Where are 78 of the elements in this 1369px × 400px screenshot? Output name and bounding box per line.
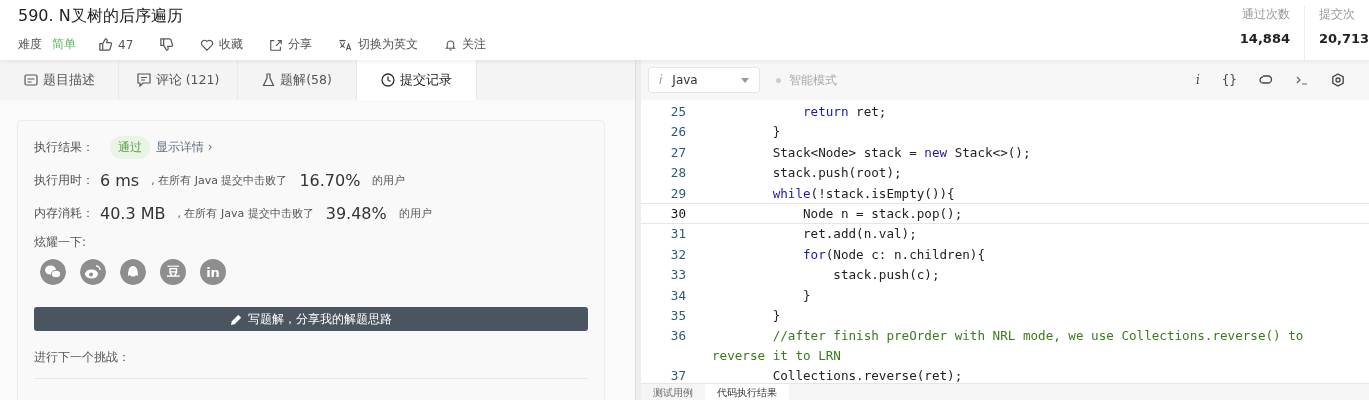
line-number: 35 — [669, 307, 687, 326]
line-number: 29 — [669, 184, 687, 203]
write-solution-button[interactable]: 写题解，分享我的解题思路 — [34, 307, 588, 331]
pencil-icon — [230, 312, 243, 326]
thumbs-up-icon — [98, 37, 113, 52]
code-line: return ret; — [802, 103, 888, 121]
settings-icon[interactable] — [1331, 73, 1345, 87]
difficulty-label: 难度 — [18, 36, 42, 53]
difficulty-value: 简单 — [52, 36, 76, 53]
code-line: Stack<Node> stack = new Stack<>(); — [771, 143, 1032, 162]
line-number: 30 — [669, 205, 687, 224]
action-button[interactable]: 分享 — [269, 36, 313, 53]
metric-label: 执行用时： — [34, 172, 94, 189]
metric-value: 40.3 MB — [100, 204, 166, 223]
action-button[interactable]: 切换为英文 — [338, 36, 419, 53]
metric-value: 6 ms — [100, 171, 140, 190]
line-number: 34 — [669, 286, 687, 305]
metric-percent: 16.70% — [299, 171, 361, 190]
metric-percent: 39.48% — [325, 204, 387, 223]
line-number: 31 — [669, 225, 687, 244]
code-line: for(Node c: n.children){ — [802, 245, 986, 264]
line-number: 26 — [669, 123, 687, 142]
code-line: } — [802, 286, 812, 305]
stat-value: 14,884 — [1239, 31, 1290, 46]
next-challenge-label: 进行下一个挑战： — [34, 349, 131, 366]
toolbar-button[interactable]: i — [1195, 73, 1200, 87]
chat-bubbles-icon[interactable] — [40, 259, 66, 285]
dislike-button[interactable] — [159, 37, 175, 52]
panel-tab[interactable]: 测试用例 — [641, 384, 705, 400]
code-line: stack.push(c); — [832, 266, 941, 285]
tab[interactable]: 提交记录 — [357, 60, 477, 100]
line-number: 37 — [669, 367, 687, 383]
line-number: 27 — [669, 143, 687, 162]
tab[interactable]: 题目描述 — [0, 60, 119, 100]
metric-text: 的用户 — [372, 173, 406, 188]
line-number: 36 — [669, 327, 687, 346]
code-line: Node n = stack.pop(); — [802, 205, 964, 224]
comment-icon — [136, 73, 151, 87]
metric-label: 内存消耗： — [34, 205, 94, 222]
translate-icon — [338, 37, 354, 52]
code-line: //after finish preOrder with NRL mode, we use Collections.reverse() to reverse it to LRN — [712, 327, 1305, 365]
code-line: while(!stack.isEmpty()){ — [771, 184, 956, 203]
panel-tab[interactable]: 代码执行结果 — [705, 384, 789, 400]
language-select[interactable]: i Java — [648, 67, 760, 93]
line-number: 32 — [669, 245, 687, 264]
code-line: } — [771, 123, 782, 142]
metric-text: , 在所有 Java 提交中击败了 — [151, 173, 288, 188]
stat-label: 提交次 — [1319, 6, 1355, 23]
heart-icon — [200, 37, 215, 52]
share-icon — [269, 37, 284, 52]
metric-text: , 在所有 Java 提交中击败了 — [177, 206, 314, 221]
code-line: } — [771, 307, 782, 326]
line-number: 33 — [669, 266, 687, 285]
line-number: 28 — [669, 164, 687, 183]
flask-icon — [262, 73, 276, 87]
code-line: Collections.reverse(ret); — [771, 367, 964, 383]
code-line: stack.push(root); — [771, 164, 903, 183]
like-button[interactable]: 47 — [98, 37, 134, 52]
status-badge: 通过 — [110, 136, 150, 159]
details-link[interactable]: 显示详情 › — [156, 139, 213, 156]
caret-icon — [741, 77, 749, 83]
clock-icon — [381, 73, 395, 87]
line-number: 25 — [669, 103, 687, 121]
result-label: 执行结果： — [34, 139, 94, 156]
action-button[interactable]: 关注 — [444, 36, 487, 53]
tab[interactable]: 评论 (121) — [119, 60, 238, 100]
bell-icon — [444, 37, 458, 52]
thumbs-down-icon — [159, 37, 175, 52]
document-icon — [23, 74, 38, 86]
stat-label: 通过次数 — [1242, 6, 1290, 23]
share-label: 炫耀一下: — [34, 234, 88, 251]
toolbar-button[interactable]: {} — [1221, 73, 1237, 87]
problem-title: 590. N叉树的后序遍历 — [18, 6, 184, 27]
metric-text: 的用户 — [398, 206, 432, 221]
penguin-icon[interactable] — [120, 259, 146, 285]
stat-value: 20,713 — [1319, 31, 1369, 46]
code-line: ret.add(n.val); — [802, 225, 918, 244]
action-button[interactable]: 收藏 — [200, 36, 244, 53]
